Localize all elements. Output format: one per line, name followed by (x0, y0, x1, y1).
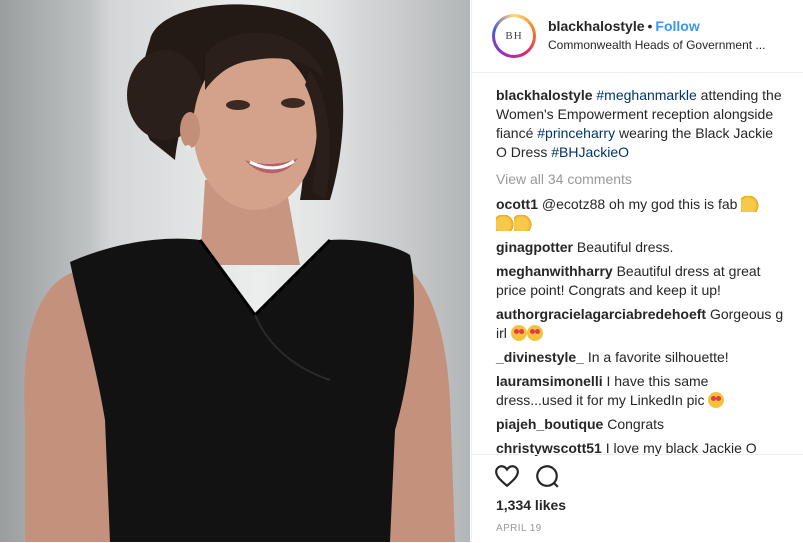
comment-item: piajeh_boutique Congrats (496, 415, 786, 434)
avatar-logo: BH (495, 17, 533, 55)
location-link[interactable]: Commonwealth Heads of Government ... (548, 38, 788, 52)
photo-person-illustration (24, 4, 455, 542)
caption: blackhalostyle #meghanmarkle attending t… (496, 86, 786, 162)
comments-section: blackhalostyle #meghanmarkle attending t… (496, 86, 786, 463)
hashtag-princeharry[interactable]: #princeharry (537, 125, 615, 141)
comment-icon[interactable] (534, 463, 560, 489)
post-header: BH blackhalostyle • Follow Commonwealth He… (472, 0, 803, 73)
raised-hands-emoji-icon (514, 215, 532, 231)
comment-item: authorgracielagarciabredehoeft Gorgeous … (496, 305, 786, 343)
comment-item: ocott1 @ecotz88 oh my god this is fab (496, 195, 786, 233)
follow-button[interactable]: Follow (655, 18, 699, 34)
comment-text: Congrats (607, 416, 665, 432)
comment-text: In a favorite silhouette! (587, 349, 729, 365)
caption-username[interactable]: blackhalostyle (496, 87, 593, 103)
post-sidebar: BH blackhalostyle • Follow Commonwealth He… (471, 0, 803, 542)
header-username-row: blackhalostyle • Follow (548, 18, 700, 34)
comment-item: lauramsimonelli I have this same dress..… (496, 372, 786, 410)
comment-username[interactable]: _divinestyle_ (496, 349, 584, 365)
hashtag-meghanmarkle[interactable]: #meghanmarkle (596, 87, 696, 103)
comment-username[interactable]: lauramsimonelli (496, 373, 603, 389)
post-actions: 1,334 likes APRIL 19 (472, 454, 803, 543)
header-username[interactable]: blackhalostyle (548, 18, 645, 34)
post-photo[interactable] (0, 0, 470, 542)
separator-dot: • (647, 18, 653, 34)
comment-username[interactable]: piajeh_boutique (496, 416, 603, 432)
comment-item: ginagpotter Beautiful dress. (496, 238, 786, 257)
comment-username[interactable]: authorgracielagarciabredehoeft (496, 306, 706, 322)
heart-icon[interactable] (494, 463, 520, 489)
likes-count[interactable]: 1,334 likes (496, 497, 566, 513)
comment-username[interactable]: ginagpotter (496, 239, 573, 255)
avatar[interactable]: BH (492, 14, 536, 58)
comment-username[interactable]: ocott1 (496, 196, 538, 212)
comment-text: Beautiful dress. (576, 239, 674, 255)
heart-eyes-emoji-icon (708, 392, 725, 408)
raised-hands-emoji-icon (741, 196, 760, 212)
heart-eyes-emoji-icon (510, 325, 527, 341)
heart-eyes-emoji-icon (526, 325, 543, 341)
raised-hands-emoji-icon (496, 215, 514, 231)
instagram-post: BH blackhalostyle • Follow Commonwealth He… (0, 0, 803, 542)
comment-username[interactable]: meghanwithharry (496, 263, 613, 279)
comment-item: meghanwithharry Beautiful dress at great… (496, 262, 786, 300)
post-date: APRIL 19 (496, 523, 542, 534)
comment-text: @ecotz88 oh my god this is fab (541, 196, 738, 212)
comment-item: _divinestyle_ In a favorite silhouette! (496, 348, 786, 367)
view-all-comments-link[interactable]: View all 34 comments (496, 170, 786, 189)
hashtag-bhjackieo[interactable]: #BHJackieO (551, 144, 629, 160)
